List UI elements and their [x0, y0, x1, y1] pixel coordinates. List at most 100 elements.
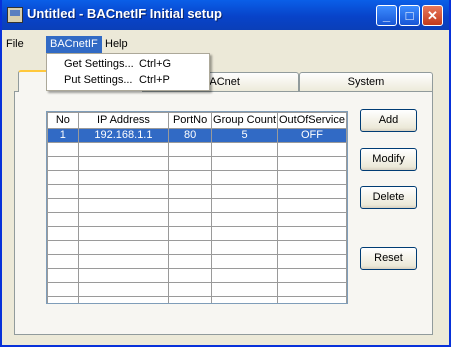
cell-empty [47, 170, 79, 185]
table-row[interactable] [47, 212, 347, 227]
cell-empty [276, 184, 347, 199]
cell-empty [211, 184, 278, 199]
table-row[interactable] [47, 268, 347, 283]
cell-empty [168, 296, 213, 303]
app-window: Untitled - BACnetIF Initial setup _ □ ✕ … [0, 0, 451, 347]
cell-empty [211, 170, 278, 185]
cell-group-count: 5 [211, 128, 278, 143]
cell-empty [211, 198, 278, 213]
cell-port-no: 80 [168, 128, 213, 143]
cell-empty [77, 198, 170, 213]
column-header-group-count[interactable]: Group Count [211, 112, 278, 129]
cell-empty [276, 212, 347, 227]
cell-empty [47, 212, 79, 227]
cell-empty [168, 142, 213, 157]
cell-empty [276, 282, 347, 297]
cell-empty [77, 268, 170, 283]
app-icon[interactable] [7, 7, 23, 23]
menu-item-label: Get Settings... [64, 58, 134, 70]
cell-empty [276, 296, 347, 303]
table-row[interactable] [47, 254, 347, 269]
cell-empty [276, 156, 347, 171]
title-bar[interactable]: Untitled - BACnetIF Initial setup _ □ ✕ [2, 0, 449, 30]
tab-system[interactable]: System [299, 72, 433, 92]
column-header-out-of-service[interactable]: OutOfService [276, 112, 347, 129]
cell-empty [47, 142, 79, 157]
cell-empty [77, 170, 170, 185]
column-header-port-no[interactable]: PortNo [168, 112, 213, 129]
cell-empty [211, 142, 278, 157]
cell-empty [47, 226, 79, 241]
close-button[interactable]: ✕ [422, 5, 443, 26]
cell-empty [276, 268, 347, 283]
cell-empty [77, 212, 170, 227]
table-header-row: No IP Address PortNo Group Count OutOfSe… [47, 112, 347, 129]
cell-empty [47, 268, 79, 283]
table-row[interactable] [47, 198, 347, 213]
cell-empty [168, 198, 213, 213]
cell-empty [276, 240, 347, 255]
cell-empty [276, 170, 347, 185]
cell-empty [211, 156, 278, 171]
table-row[interactable] [47, 240, 347, 255]
cell-empty [211, 268, 278, 283]
cell-empty [77, 226, 170, 241]
cell-empty [77, 240, 170, 255]
menu-item-put-settings[interactable]: Put Settings... Ctrl+P [47, 72, 209, 88]
menu-file[interactable]: File [2, 36, 28, 53]
cell-empty [168, 156, 213, 171]
menu-item-get-settings[interactable]: Get Settings... Ctrl+G [47, 56, 209, 72]
table-row[interactable] [47, 156, 347, 171]
table-row[interactable] [47, 282, 347, 297]
table-row[interactable] [47, 296, 347, 303]
delete-button[interactable]: Delete [360, 186, 417, 209]
table-row[interactable] [47, 170, 347, 185]
table-row[interactable] [47, 184, 347, 199]
window-title: Untitled - BACnetIF Initial setup [27, 6, 222, 21]
cell-empty [211, 296, 278, 303]
table-row[interactable]: 1 192.168.1.1 80 5 OFF [47, 128, 347, 143]
cell-ip-address: 192.168.1.1 [77, 128, 170, 143]
cell-empty [211, 240, 278, 255]
cell-empty [77, 254, 170, 269]
cell-empty [211, 282, 278, 297]
cell-empty [77, 142, 170, 157]
cell-empty [47, 296, 79, 303]
cell-empty [77, 156, 170, 171]
add-button[interactable]: Add [360, 109, 417, 132]
cell-empty [211, 226, 278, 241]
cell-empty [47, 198, 79, 213]
menu-bacnetif[interactable]: BACnetIF [46, 36, 102, 53]
cell-empty [168, 184, 213, 199]
close-icon: ✕ [427, 8, 438, 23]
column-header-ip-address[interactable]: IP Address [77, 112, 170, 129]
minimize-button[interactable]: _ [376, 5, 397, 26]
cell-no: 1 [47, 128, 79, 143]
menu-item-label: Put Settings... [64, 74, 133, 86]
cell-empty [168, 254, 213, 269]
cell-out-of-service: OFF [276, 128, 347, 143]
cell-empty [168, 240, 213, 255]
reset-button[interactable]: Reset [360, 247, 417, 270]
menu-item-shortcut: Ctrl+P [139, 74, 170, 86]
cell-empty [47, 184, 79, 199]
cell-empty [47, 156, 79, 171]
maximize-button[interactable]: □ [399, 5, 420, 26]
cell-empty [276, 226, 347, 241]
server-list-grid[interactable]: No IP Address PortNo Group Count OutOfSe… [46, 111, 348, 304]
server-table: No IP Address PortNo Group Count OutOfSe… [47, 112, 347, 303]
cell-empty [77, 282, 170, 297]
cell-empty [276, 142, 347, 157]
table-row[interactable] [47, 142, 347, 157]
cell-empty [276, 254, 347, 269]
modify-button[interactable]: Modify [360, 148, 417, 171]
cell-empty [168, 282, 213, 297]
menu-help[interactable]: Help [101, 36, 132, 53]
column-header-no[interactable]: No [47, 112, 79, 129]
table-row[interactable] [47, 226, 347, 241]
menu-item-shortcut: Ctrl+G [139, 58, 172, 70]
cell-empty [47, 282, 79, 297]
cell-empty [168, 226, 213, 241]
cell-empty [47, 240, 79, 255]
cell-empty [168, 170, 213, 185]
